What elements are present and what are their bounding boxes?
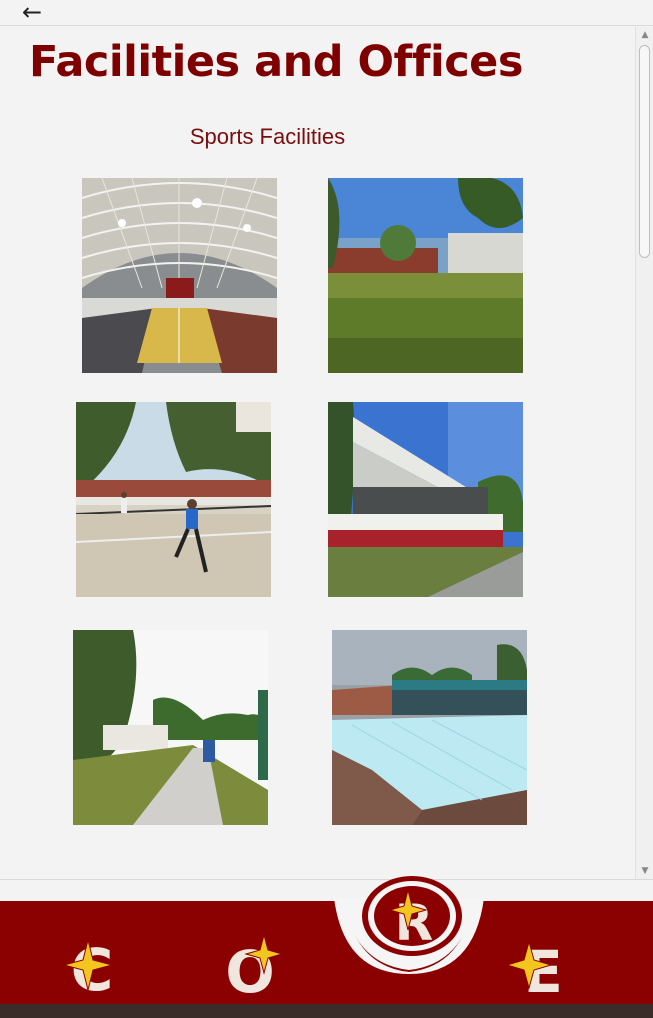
track-oval-photo[interactable] bbox=[73, 630, 268, 825]
section-title: Sports Facilities bbox=[189, 124, 346, 149]
nav-o-button[interactable]: O bbox=[222, 930, 287, 1002]
nav-r-button[interactable]: R bbox=[334, 876, 484, 974]
nav-e-button[interactable]: E bbox=[505, 930, 570, 1002]
top-bar: ← bbox=[0, 0, 653, 26]
vertical-scrollbar[interactable]: ▲ ▼ bbox=[635, 27, 653, 879]
back-arrow-icon[interactable]: ← bbox=[22, 0, 56, 24]
open-field-photo[interactable] bbox=[328, 178, 523, 373]
tennis-court-photo[interactable] bbox=[76, 402, 271, 597]
nav-r-letter: R bbox=[395, 894, 434, 952]
content-area[interactable]: Facilities and Offices Sports Facilities bbox=[0, 27, 634, 879]
scroll-down-arrow-icon[interactable]: ▼ bbox=[636, 863, 653, 879]
bottom-edge bbox=[0, 1004, 653, 1018]
indoor-gymnasium-photo[interactable] bbox=[82, 178, 277, 373]
nav-c-button[interactable]: C bbox=[60, 930, 125, 1002]
swimming-pool-photo[interactable] bbox=[332, 630, 527, 825]
footer-spacer bbox=[0, 879, 653, 901]
scroll-up-arrow-icon[interactable]: ▲ bbox=[636, 27, 653, 43]
grandstand-photo[interactable] bbox=[328, 402, 523, 597]
scroll-thumb[interactable] bbox=[639, 45, 650, 258]
page-title: Facilities and Offices bbox=[29, 37, 523, 87]
